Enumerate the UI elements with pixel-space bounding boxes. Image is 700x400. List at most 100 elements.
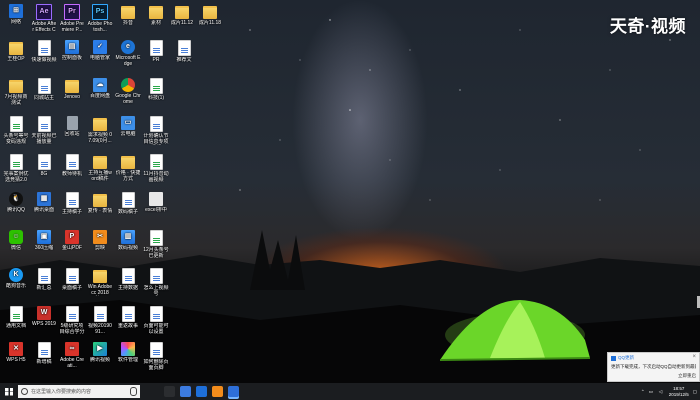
app-icon xyxy=(149,116,163,132)
desktop-icon[interactable]: 软件管理 xyxy=(115,342,141,363)
desktop-icon[interactable]: P 金山PDF xyxy=(59,230,85,251)
desktop-icon[interactable]: ☁ 百度网盘 xyxy=(87,78,113,99)
desktop-icon[interactable]: Ps Adobe Photosh... xyxy=(87,4,113,33)
desktop-icon[interactable]: 主持互播word稿件 xyxy=(87,154,113,182)
desktop-icon[interactable]: excel排中 xyxy=(143,192,169,213)
desktop-icon[interactable]: 成片11.12 xyxy=(169,4,195,26)
desktop-icon[interactable]: 价格 · 快捷方式 xyxy=(115,154,141,182)
desktop-icon-label: 复传 · 表情 xyxy=(87,208,113,214)
desktop-icon[interactable]: ☺ 微信 xyxy=(3,230,29,251)
desktop-icon[interactable]: 主持稿子 xyxy=(59,192,85,215)
desktop-icon[interactable]: 11月抖音动画视频 xyxy=(143,154,169,183)
desktop-icon[interactable]: 推荐文 xyxy=(171,40,197,63)
desktop-icon[interactable]: 主持数据 xyxy=(115,268,141,291)
start-button[interactable] xyxy=(0,383,18,400)
desktop-icon[interactable]: 通用文档 xyxy=(3,306,29,329)
desktop-icon[interactable]: ⊞ 网络 xyxy=(3,4,29,25)
desktop-icon[interactable]: ▭ 云电脑 xyxy=(115,116,141,137)
desktop-icon[interactable]: 7月视频商测试 xyxy=(3,78,29,106)
desktop-icon[interactable]: Pr Adobe Premiere P... xyxy=(59,4,85,33)
desktop-icon[interactable]: 重返故事 xyxy=(115,306,141,329)
desktop-icon[interactable]: 12月头条号已更新 xyxy=(143,230,169,259)
taskbar-app-file-explorer[interactable] xyxy=(196,386,207,397)
desktop-icon[interactable]: 快速做视频 xyxy=(31,40,57,63)
desktop-icon[interactable]: e Microsoft Edge xyxy=(115,40,141,67)
desktop-icon[interactable]: 新汇总 xyxy=(31,268,57,291)
app-icon: Ps xyxy=(92,4,108,20)
app-icon xyxy=(121,6,135,19)
taskbar: 在这里输入你要搜索的内容 ⌃ ▭ ◁ 18:57 2019/12/5 ▢ xyxy=(0,383,700,400)
desktop-icon[interactable]: 页面可能可以设置 xyxy=(143,306,169,335)
desktop-icon[interactable]: Win Adobe cc 2018 注... xyxy=(87,268,113,296)
desktop[interactable]: 天奇·视频 ⊞网络AeAdobe After Effects CC ...PrA… xyxy=(0,0,700,400)
desktop-icon-label: 腾讯视频 xyxy=(89,357,110,363)
desktop-icon[interactable]: 复传 · 表情 xyxy=(87,192,113,214)
desktop-icon[interactable]: 抖音 xyxy=(115,4,141,26)
desktop-icon-label: excel排中 xyxy=(145,207,167,213)
taskbar-app-app-active[interactable] xyxy=(228,386,239,397)
desktop-icon[interactable]: 新增稿 xyxy=(31,342,57,365)
desktop-icon[interactable]: 需求视频 07.09(0月... xyxy=(87,116,113,144)
taskbar-app-task-view[interactable] xyxy=(164,386,175,397)
taskbar-app-app-orange[interactable] xyxy=(212,386,223,397)
desktop-icon[interactable]: K 酷狗音乐 xyxy=(3,268,29,289)
desktop-icon[interactable]: ▶ 腾讯视频 xyxy=(87,342,113,363)
desktop-icon[interactable]: 头条号等号变码违规 xyxy=(3,116,29,145)
desktop-icon-label: Jenovo xyxy=(63,94,81,100)
desktop-icon[interactable]: 素材 xyxy=(143,4,169,26)
desktop-icon[interactable]: ✂ 剪映 xyxy=(87,230,113,251)
notification-center-icon[interactable]: ▢ xyxy=(693,389,697,395)
desktop-icon[interactable]: 8G xyxy=(31,154,57,177)
desktop-icon[interactable]: AeAdobe After Effects CC ... xyxy=(31,4,57,33)
taskbar-search-box[interactable]: 在这里输入你要搜索的内容 xyxy=(18,385,140,398)
desktop-icon[interactable]: ▥ 数码视频 xyxy=(115,230,141,251)
desktop-icon[interactable]: 教师待机 xyxy=(59,154,85,177)
desktop-icon[interactable]: W WPS 2019 xyxy=(31,306,57,327)
toast-close-button[interactable]: × xyxy=(692,354,696,360)
desktop-icon[interactable]: PR xyxy=(143,40,169,63)
desktop-icon[interactable]: ✓ 电脑管家 xyxy=(87,40,113,61)
desktop-icon[interactable]: Jenovo xyxy=(59,78,85,100)
desktop-icon-label: 8G xyxy=(40,171,48,177)
desktop-icon[interactable]: ✕ WPS H5 xyxy=(3,342,29,363)
desktop-icon[interactable]: 同城站主 xyxy=(31,78,57,101)
desktop-icon-label: WPS 2019 xyxy=(32,321,56,327)
desktop-icon-label: 素材 xyxy=(150,20,161,26)
taskbar-app-chrome[interactable] xyxy=(180,386,191,397)
volume-icon[interactable]: ◁ xyxy=(659,389,665,395)
desktop-icon-label: 网络 xyxy=(10,19,21,25)
desktop-icon[interactable]: 天前视频已播放量 xyxy=(31,116,57,145)
desktop-icon[interactable]: 成片11.18 xyxy=(197,4,223,26)
toast-title: QQ更新 xyxy=(611,355,696,361)
desktop-icon[interactable]: ▣ 360压缩 xyxy=(31,230,57,251)
desktop-icon[interactable]: 如何删除页面页脚 xyxy=(143,342,169,371)
desktop-icon[interactable]: 怎么上视频号 xyxy=(143,268,169,297)
desktop-icon[interactable]: 5级研究项目综合学分 xyxy=(59,306,85,335)
app-icon: W xyxy=(37,306,51,320)
desktop-icon-label: 成片11.12 xyxy=(170,20,194,26)
desktop-icon[interactable]: ▤ 控制面板 xyxy=(59,40,85,61)
network-icon[interactable]: ▭ xyxy=(649,389,655,395)
desktop-icon[interactable]: ▦ 腾讯桌面 xyxy=(31,192,57,213)
desktop-icon[interactable]: ∞ Adobe Creati... xyxy=(59,342,85,369)
desktop-icon[interactable]: 桌面稿子 xyxy=(59,268,85,291)
desktop-icon[interactable]: Google Chrome xyxy=(115,78,141,105)
clock[interactable]: 18:57 2019/12/5 xyxy=(669,386,689,398)
desktop-icon-label: 头条号等号变码违规 xyxy=(3,133,29,145)
desktop-icon[interactable]: 🐧 腾讯QQ xyxy=(3,192,29,213)
desktop-icon[interactable]: 王桂OP xyxy=(3,40,29,62)
toast-message: 更新下载完成，下次启动QQ自动更新到最新版本 xyxy=(611,364,696,369)
tray-chevron-up-icon[interactable]: ⌃ xyxy=(641,389,645,395)
desktop-icon[interactable]: 完事案例优选竞猜2.07.08 xyxy=(3,154,29,183)
desktop-icon[interactable]: 视频2019091... xyxy=(87,306,113,335)
desktop-icon[interactable]: 数码稿子 xyxy=(115,192,141,215)
notification-toast[interactable]: QQ更新 × 更新下载完成，下次启动QQ自动更新到最新版本 立即重启 xyxy=(607,352,700,382)
app-icon xyxy=(37,78,51,94)
desktop-icon[interactable]: 计划确认节目信息专项视频 xyxy=(143,116,169,145)
microphone-icon[interactable] xyxy=(130,387,137,396)
toast-restart-button[interactable]: 立即重启 xyxy=(678,373,696,379)
desktop-icon[interactable]: 回收站 xyxy=(59,116,85,137)
desktop-icon[interactable]: 科技(1) xyxy=(143,78,169,101)
app-icon: 🐧 xyxy=(9,192,23,206)
app-icon: ▣ xyxy=(37,230,51,244)
